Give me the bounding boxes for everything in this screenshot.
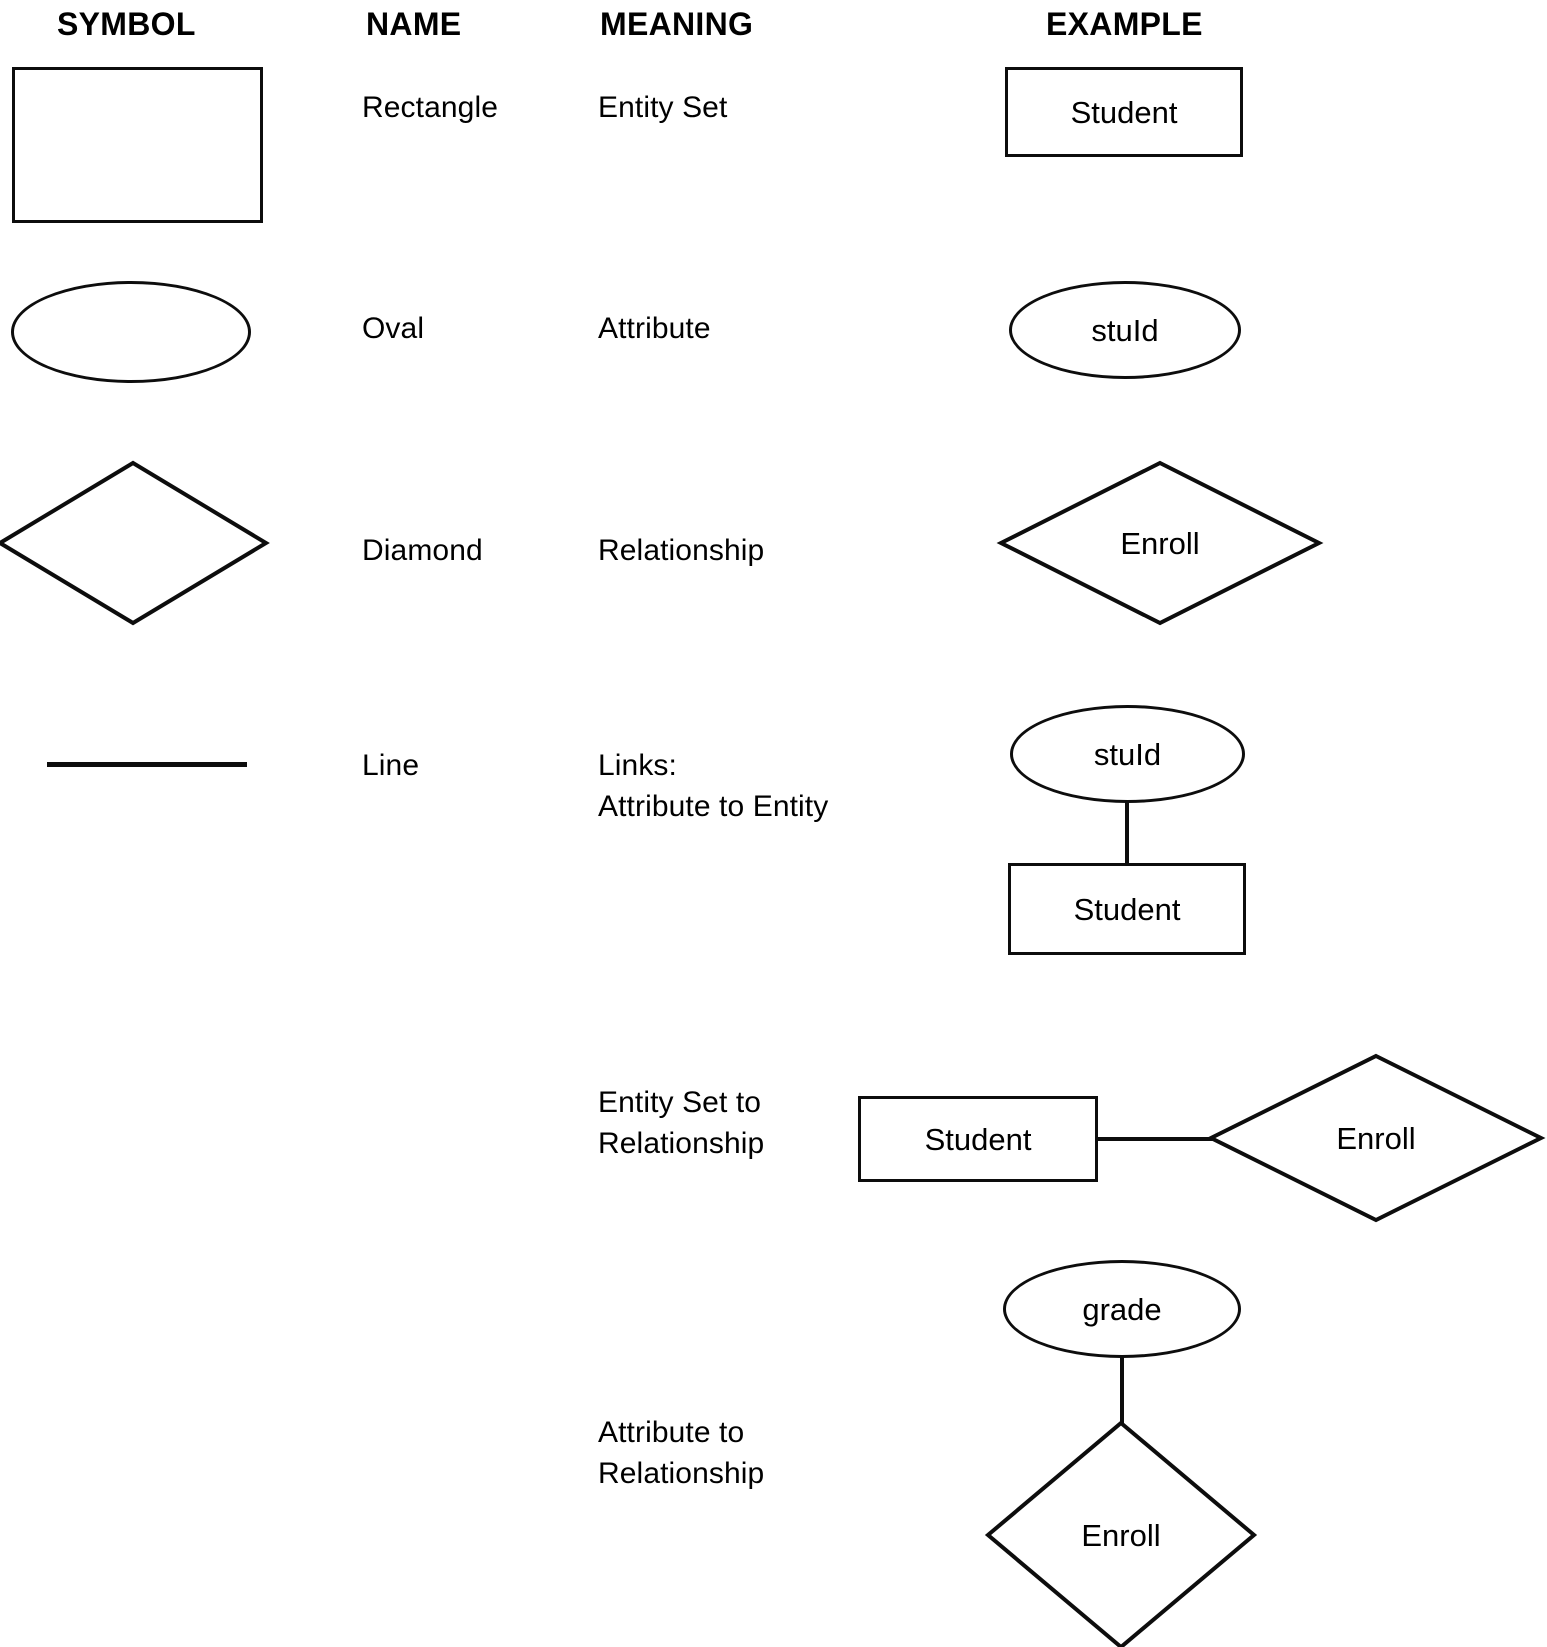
example-attrrel-diamond-enroll: Enroll [984, 1420, 1258, 1647]
entity-label: Student [1073, 891, 1181, 927]
connector-attribute-to-relationship [1120, 1355, 1124, 1425]
row-name-rectangle: Rectangle [362, 91, 498, 124]
example-attrrel-oval-grade: grade [1003, 1260, 1241, 1358]
example-relationship-diamond-enroll: Enroll [996, 460, 1324, 626]
example-attribute-oval-stuid: stuId [1009, 281, 1241, 379]
example-link-entity-rectangle-student: Student [1008, 863, 1246, 955]
symbol-oval [11, 281, 251, 383]
er-notation-legend: SYMBOL NAME MEANING EXAMPLE Rectangle En… [0, 0, 1547, 1647]
relationship-label: Enroll [1081, 1518, 1161, 1553]
column-header-name: NAME [366, 6, 462, 42]
relationship-label: Enroll [1120, 526, 1200, 561]
symbol-diamond [0, 460, 270, 626]
example-link-attribute-oval-stuid: stuId [1010, 705, 1245, 803]
attribute-label: grade [1082, 1291, 1162, 1327]
row-meaning-attribute: Attribute [598, 312, 711, 345]
row-name-line: Line [362, 749, 420, 782]
connector-attribute-to-entity [1125, 800, 1129, 865]
entity-label: Student [924, 1121, 1032, 1157]
row-meaning-relationship: Relationship [598, 534, 765, 567]
row-meaning-attribute-to-relationship: Attribute to Relationship [598, 1416, 765, 1490]
row-meaning-links-attribute-to-entity: Links: Attribute to Entity [598, 749, 829, 823]
connector-entity-to-relationship [1096, 1137, 1214, 1141]
row-name-oval: Oval [362, 312, 425, 345]
example-entityrel-rectangle-student: Student [858, 1096, 1098, 1182]
entity-label: Student [1070, 94, 1178, 130]
example-entity-rectangle-student: Student [1005, 67, 1243, 157]
example-entityrel-diamond-enroll: Enroll [1206, 1053, 1546, 1223]
attribute-label: stuId [1091, 312, 1159, 348]
column-header-meaning: MEANING [600, 6, 754, 42]
row-meaning-entity-set-to-relationship: Entity Set to Relationship [598, 1086, 765, 1160]
column-header-example: EXAMPLE [1046, 6, 1203, 42]
relationship-label: Enroll [1336, 1121, 1416, 1156]
attribute-label: stuId [1093, 736, 1162, 772]
symbol-rectangle [12, 67, 263, 223]
column-header-symbol: SYMBOL [57, 6, 196, 42]
symbol-line [47, 762, 247, 767]
row-meaning-entity-set: Entity Set [598, 91, 728, 124]
row-name-diamond: Diamond [362, 534, 483, 567]
